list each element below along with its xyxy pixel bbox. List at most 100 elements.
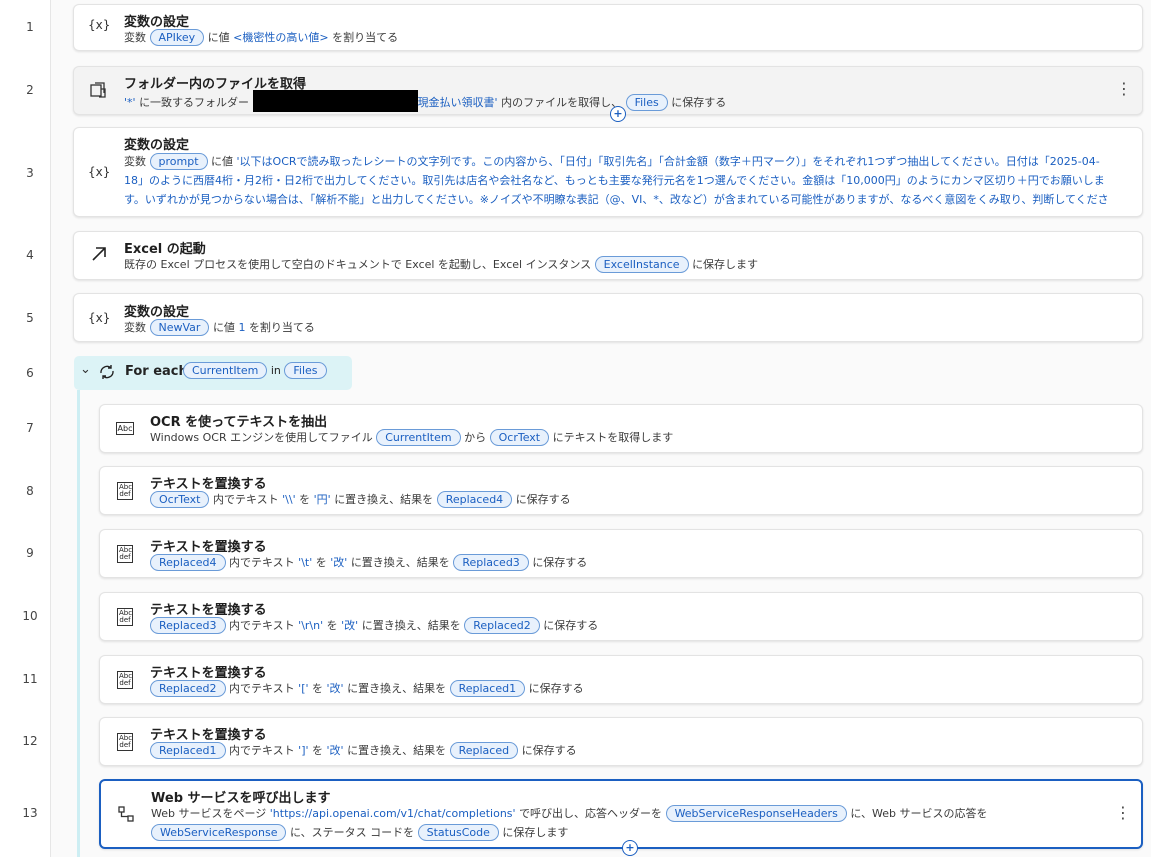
desc-text: 内でテキスト: [229, 744, 295, 757]
action-description: 変数 NewVar に値 1 を割り当てる: [124, 318, 1112, 337]
desc-text: に保存する: [528, 682, 584, 695]
desc-text: に値: [207, 31, 230, 44]
variable-chip-ocrtext[interactable]: OcrText: [489, 429, 550, 446]
line-number: 9: [26, 546, 34, 560]
action-description: OcrText 内でテキスト '\\' を '円' に置き換え、結果を Repl…: [150, 490, 1112, 509]
desc-text: に置き換え、結果を: [350, 556, 450, 569]
desc-text: を割り当てる: [248, 321, 315, 334]
variable-chip-currentitem[interactable]: CurrentItem: [376, 429, 461, 446]
action-for-each[interactable]: ⌄ For each CurrentItem in Files: [74, 356, 352, 390]
variable-chip-replaced4[interactable]: Replaced4: [436, 491, 513, 508]
line-number: 7: [26, 421, 34, 435]
line-number: 2: [26, 83, 34, 97]
chevron-down-icon[interactable]: ⌄: [80, 362, 91, 377]
action-replace-text[interactable]: Abc def テキストを置換する Replaced2 内でテキスト '[' を…: [99, 655, 1143, 704]
redacted-path: [252, 90, 418, 112]
action-description: Windows OCR エンジンを使用してファイル CurrentItem から…: [150, 428, 1112, 447]
desc-text: に保存します: [502, 826, 569, 839]
ocr-icon-label: Abc: [115, 422, 135, 435]
action-set-variable-apikey[interactable]: {x} 変数の設定 変数 APIkey に値 <機密性の高い値> を割り当てる: [73, 4, 1143, 51]
desc-text: に置き換え、結果を: [361, 619, 461, 632]
line-number: 5: [26, 311, 34, 325]
value-text: '\r\n': [298, 619, 324, 632]
variable-chip-webserviceresponse[interactable]: WebServiceResponse: [151, 824, 287, 841]
variable-chip-replaced1[interactable]: Replaced1: [150, 742, 226, 759]
variable-chip-replaced3[interactable]: Replaced3: [453, 554, 529, 571]
value-text: 1: [238, 321, 246, 334]
replace-text-icon-label: Abc def: [117, 733, 133, 751]
action-replace-text[interactable]: Abc def テキストを置換する Replaced3 内でテキスト '\r\n…: [99, 592, 1143, 641]
web-service-icon: [115, 805, 137, 826]
variable-chip-files[interactable]: Files: [284, 362, 327, 379]
replace-text-icon-label: Abc def: [117, 608, 133, 626]
action-launch-excel[interactable]: Excel の起動 既存の Excel プロセスを使用して空白のドキュメントで …: [73, 231, 1143, 280]
desc-text: から: [464, 431, 487, 444]
line-number: 8: [26, 484, 34, 498]
variable-chip-replaced2[interactable]: Replaced2: [150, 680, 226, 697]
replace-text-icon-label: Abc def: [117, 482, 133, 500]
action-set-variable-newvar[interactable]: {x} 変数の設定 変数 NewVar に値 1 を割り当てる: [73, 293, 1143, 342]
variable-chip-apikey[interactable]: APIkey: [149, 29, 205, 46]
more-options-icon[interactable]: ⋮: [1115, 803, 1131, 822]
action-replace-text[interactable]: Abc def テキストを置換する Replaced1 内でテキスト ']' を…: [99, 717, 1143, 766]
variable-chip-ocrtext[interactable]: OcrText: [150, 491, 210, 508]
variable-chip-webserviceresponseheaders[interactable]: WebServiceResponseHeaders: [665, 805, 847, 822]
desc-text: にテキストを取得します: [552, 431, 674, 444]
replace-text-icon: Abc def: [114, 608, 136, 626]
desc-text: で呼び出し、応答ヘッダーを: [519, 807, 663, 820]
value-text: <機密性の高い値>: [233, 31, 329, 44]
action-invoke-web-service[interactable]: Web サービスを呼び出します Web サービスをページ 'https://ap…: [99, 779, 1143, 849]
variable-chip-replaced2[interactable]: Replaced2: [464, 617, 540, 634]
value-text: '\t': [298, 556, 313, 569]
variable-chip-currentitem[interactable]: CurrentItem: [183, 362, 268, 379]
desc-text: に一致するフォルダー: [139, 96, 250, 109]
folder-files-icon: [88, 82, 110, 101]
desc-text: に保存する: [671, 96, 727, 109]
variable-chip-statuscode[interactable]: StatusCode: [417, 824, 499, 841]
variable-chip-files[interactable]: Files: [625, 94, 668, 111]
value-text: ']': [298, 744, 309, 757]
variable-chip-newvar[interactable]: NewVar: [149, 319, 210, 336]
action-replace-text[interactable]: Abc def テキストを置換する Replaced4 内でテキスト '\t' …: [99, 529, 1143, 578]
action-get-files-in-folder[interactable]: フォルダー内のファイルを取得 '*' に一致するフォルダー 現金払い領収書' 内…: [73, 66, 1143, 115]
replace-text-icon: Abc def: [114, 733, 136, 751]
desc-text: を: [312, 744, 324, 757]
desc-text: Windows OCR エンジンを使用してファイル: [150, 431, 373, 444]
replace-text-icon-label: Abc def: [117, 671, 133, 689]
value-text: '以下はOCRで読み取ったレシートの文字列です。この内容から、「日付」「取引先名…: [124, 155, 1109, 206]
action-ocr-extract-text[interactable]: Abc OCR を使ってテキストを抽出 Windows OCR エンジンを使用し…: [99, 404, 1143, 453]
value-text: 現金払い領収書': [417, 96, 498, 109]
action-description: 既存の Excel プロセスを使用して空白のドキュメントで Excel を起動し…: [124, 255, 1112, 274]
variable-chip-replaced1[interactable]: Replaced1: [449, 680, 526, 697]
action-description: Web サービスをページ 'https://api.openai.com/v1/…: [151, 804, 1111, 842]
action-description: Replaced4 内でテキスト '\t' を '改' に置き換え、結果を Re…: [150, 553, 1112, 572]
desc-text: に、ステータス コードを: [289, 826, 415, 839]
action-replace-text[interactable]: Abc def テキストを置換する OcrText 内でテキスト '\\' を …: [99, 466, 1143, 515]
line-number: 3: [26, 166, 34, 180]
url-text: 'https://api.openai.com/v1/chat/completi…: [269, 807, 516, 820]
variable-chip-replaced3[interactable]: Replaced3: [150, 617, 226, 634]
variable-chip-replaced4[interactable]: Replaced4: [150, 554, 226, 571]
desc-text: Web サービスをページ: [151, 807, 267, 820]
add-action-icon[interactable]: +: [622, 840, 638, 856]
loop-icon: [98, 364, 116, 384]
value-text: '\\': [282, 493, 296, 506]
desc-text: に保存する: [515, 493, 571, 506]
desc-text: を: [326, 619, 338, 632]
loop-body-guide: [77, 390, 80, 857]
action-set-variable-prompt[interactable]: {x} 変数の設定 変数 prompt に値 '以下はOCRで読み取ったレシート…: [73, 127, 1143, 217]
variable-icon: {x}: [88, 18, 111, 32]
desc-text: 内のファイルを取得し、: [501, 96, 623, 109]
variable-chip-prompt[interactable]: prompt: [149, 153, 208, 170]
desc-text: 内でテキスト: [212, 493, 279, 506]
variable-chip-replaced[interactable]: Replaced: [449, 742, 519, 759]
desc-text: 内でテキスト: [229, 619, 295, 632]
action-description: 変数 APIkey に値 <機密性の高い値> を割り当てる: [124, 28, 1112, 47]
variable-chip-excelinstance[interactable]: ExcelInstance: [594, 256, 689, 273]
value-text: '[': [298, 682, 309, 695]
line-number: 1: [26, 20, 34, 34]
arrow-up-right-icon: [88, 245, 110, 266]
add-action-icon[interactable]: +: [610, 106, 626, 122]
line-number: 4: [26, 248, 34, 262]
more-options-icon[interactable]: ⋮: [1116, 79, 1132, 98]
